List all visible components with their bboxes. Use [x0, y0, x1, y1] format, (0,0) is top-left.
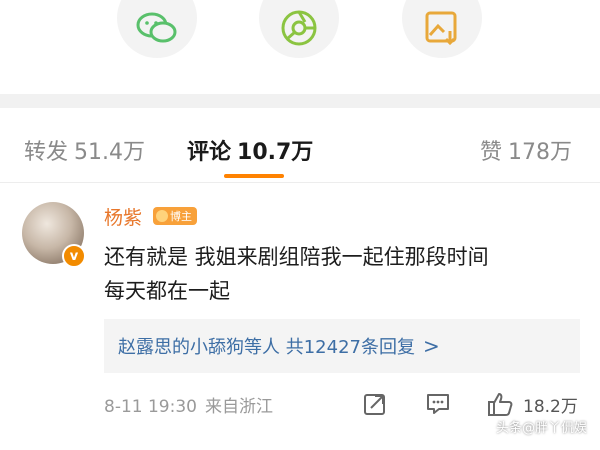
tab-comments[interactable]: 评论 10.7万	[187, 134, 313, 166]
comment-icon[interactable]	[425, 391, 451, 417]
share-row	[0, 0, 600, 78]
host-badge: 博主	[153, 207, 197, 225]
comment-date: 8-11 19:30	[104, 397, 197, 417]
tab-comments-label: 评论	[187, 140, 232, 165]
comment-text-line: 还有就是 我姐来剧组陪我一起住那段时间	[104, 245, 489, 269]
share-wechat-button[interactable]	[117, 0, 197, 58]
share-moments-button[interactable]	[259, 0, 339, 58]
thumbs-up-icon[interactable]	[487, 391, 515, 417]
tab-likes[interactable]: 赞 178万	[480, 134, 572, 166]
comment-username[interactable]: 杨紫	[104, 203, 142, 230]
tab-likes-label: 赞	[480, 140, 503, 165]
chevron-right-icon: >	[422, 334, 440, 358]
tab-repost-label: 转发	[24, 140, 69, 165]
tab-repost-count: 51.4万	[74, 140, 146, 165]
like-count: 18.2万	[523, 397, 578, 417]
wechat-icon	[136, 12, 177, 43]
replies-text: 赵露思的小舔狗等人 共12427条回复	[118, 337, 415, 358]
forward-icon[interactable]	[362, 391, 388, 417]
active-tab-indicator	[224, 174, 284, 178]
comment-text-line: 每天都在一起	[104, 279, 230, 303]
crown-icon	[156, 210, 168, 222]
comment-text: 还有就是 我姐来剧组陪我一起住那段时间 每天都在一起	[104, 240, 574, 308]
comments-page: 转发 51.4万 评论 10.7万 赞 178万 v 杨紫 博主 还有就是 我姐来剧组…	[0, 0, 600, 450]
verified-badge-icon: v	[62, 244, 86, 268]
section-divider	[0, 94, 600, 108]
comment-meta: 8-11 19:30 来自浙江	[104, 392, 273, 417]
tab-bar: 转发 51.4万 评论 10.7万 赞 178万	[0, 108, 600, 183]
tab-comments-count: 10.7万	[237, 140, 314, 165]
save-image-button[interactable]	[402, 0, 482, 58]
tab-repost[interactable]: 转发 51.4万	[24, 134, 145, 166]
save-image-icon	[425, 11, 457, 46]
watermark: 头条@胖丫侃娱	[496, 421, 588, 436]
host-badge-label: 博主	[170, 210, 192, 223]
avatar[interactable]: v	[22, 202, 86, 268]
replies-link[interactable]: 赵露思的小舔狗等人 共12427条回复 >	[104, 319, 580, 373]
moments-icon	[281, 10, 317, 46]
tab-likes-count: 178万	[508, 140, 573, 165]
comment-location: 来自浙江	[204, 397, 273, 417]
